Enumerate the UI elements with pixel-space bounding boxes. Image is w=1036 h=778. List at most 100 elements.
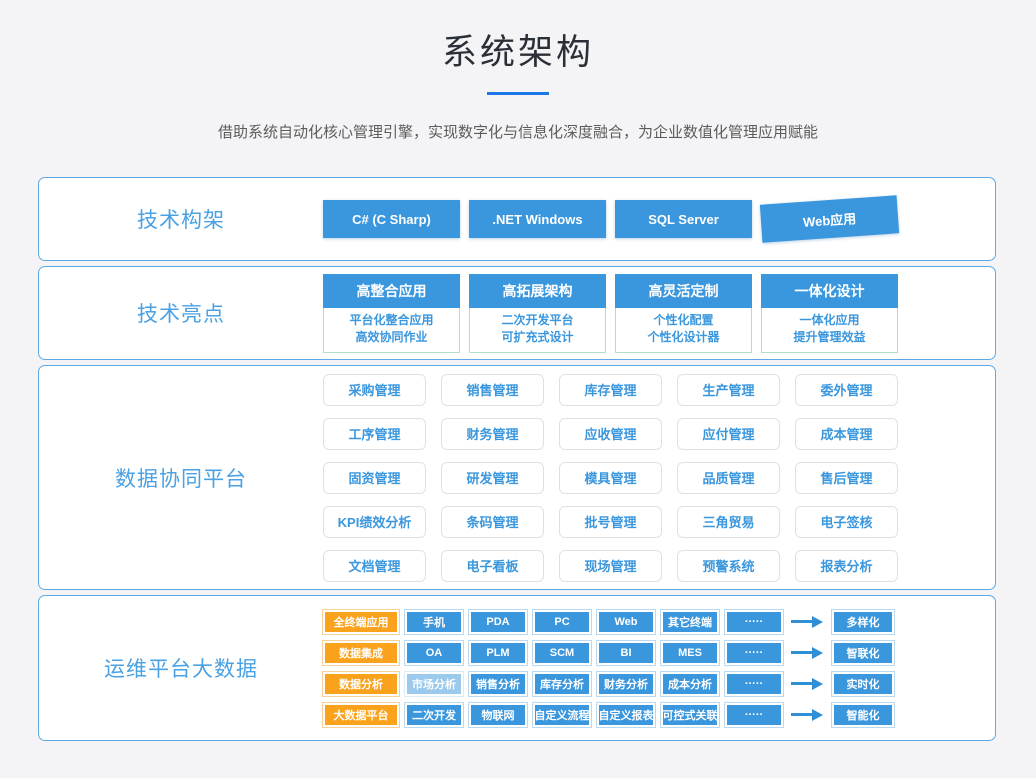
data-platform-label: 数据协同平台 xyxy=(39,463,323,493)
ops-item-chip[interactable]: 自定义报表 xyxy=(597,703,655,727)
tech-button-list: C# (C Sharp).NET WindowsSQL ServerWeb应用 xyxy=(323,200,898,238)
architecture-panels: 技术构架 C# (C Sharp).NET WindowsSQL ServerW… xyxy=(38,177,996,746)
highlight-card-body: 平台化整合应用高效协同作业 xyxy=(323,308,460,353)
highlight-card-line: 提升管理效益 xyxy=(762,329,897,346)
panel-tech-highlights: 技术亮点 高整合应用平台化整合应用高效协同作业高拓展架构二次开发平台可扩充式设计… xyxy=(38,266,996,360)
ops-item-chip[interactable]: 市场分析 xyxy=(405,672,463,696)
module-button[interactable]: 现场管理 xyxy=(559,550,662,582)
ops-category-chip: 全终端应用 xyxy=(323,610,399,634)
module-button[interactable]: 应收管理 xyxy=(559,418,662,450)
system-architecture-page: 系统架构 借助系统自动化核心管理引擎，实现数字化与信息化深度融合，为企业数值化管… xyxy=(0,0,1036,778)
panel-ops-platform: 运维平台大数据 全终端应用手机PDAPCWeb其它终端·····多样化数据集成O… xyxy=(38,595,996,741)
ops-item-chip[interactable]: 手机 xyxy=(405,610,463,634)
highlight-card-line: 可扩充式设计 xyxy=(470,329,605,346)
arrow-head xyxy=(812,616,823,628)
tech-button[interactable]: Web应用 xyxy=(760,195,899,242)
arrow-right-icon xyxy=(791,678,823,690)
ops-row: 全终端应用手机PDAPCWeb其它终端····· 多样化 xyxy=(323,610,894,634)
ops-item-chip[interactable]: ····· xyxy=(725,672,783,696)
ops-item-chip[interactable]: ····· xyxy=(725,641,783,665)
ops-item-chip[interactable]: 其它终端 xyxy=(661,610,719,634)
highlight-card[interactable]: 高灵活定制个性化配置个性化设计器 xyxy=(615,274,752,353)
module-button[interactable]: 委外管理 xyxy=(795,374,898,406)
ops-item-chip[interactable]: MES xyxy=(661,641,719,665)
ops-platform-label: 运维平台大数据 xyxy=(39,653,323,683)
module-button[interactable]: 预警系统 xyxy=(677,550,780,582)
module-button[interactable]: 批号管理 xyxy=(559,506,662,538)
highlight-card-line: 个性化配置 xyxy=(616,312,751,329)
arrow-head xyxy=(812,647,823,659)
ops-item-chip[interactable]: BI xyxy=(597,641,655,665)
highlight-card[interactable]: 一体化设计一体化应用提升管理效益 xyxy=(761,274,898,353)
arrow-right-icon xyxy=(791,709,823,721)
ops-item-chip[interactable]: 二次开发 xyxy=(405,703,463,727)
module-button[interactable]: KPI绩效分析 xyxy=(323,506,426,538)
highlight-card-line: 一体化应用 xyxy=(762,312,897,329)
module-button[interactable]: 电子看板 xyxy=(441,550,544,582)
highlight-card-title: 高整合应用 xyxy=(323,274,460,308)
highlight-card-body: 一体化应用提升管理效益 xyxy=(761,308,898,353)
module-button[interactable]: 库存管理 xyxy=(559,374,662,406)
ops-item-chip[interactable]: 库存分析 xyxy=(533,672,591,696)
highlight-card[interactable]: 高整合应用平台化整合应用高效协同作业 xyxy=(323,274,460,353)
ops-item-chip[interactable]: PDA xyxy=(469,610,527,634)
tech-button[interactable]: SQL Server xyxy=(615,200,752,238)
panel-data-platform: 数据协同平台 采购管理销售管理库存管理生产管理委外管理工序管理财务管理应收管理应… xyxy=(38,365,996,590)
module-button[interactable]: 销售管理 xyxy=(441,374,544,406)
ops-item-chip[interactable]: 销售分析 xyxy=(469,672,527,696)
highlight-card-line: 二次开发平台 xyxy=(470,312,605,329)
ops-row: 数据集成OAPLMSCMBIMES·····智联化 xyxy=(323,641,894,665)
module-button[interactable]: 品质管理 xyxy=(677,462,780,494)
ops-item-chip[interactable]: 成本分析 xyxy=(661,672,719,696)
ops-item-chip[interactable]: 财务分析 xyxy=(597,672,655,696)
ops-item-chip[interactable]: ····· xyxy=(725,703,783,727)
tech-highlights-label: 技术亮点 xyxy=(39,298,323,328)
ops-item-chip[interactable]: 可控式关联 xyxy=(661,703,719,727)
page-subtitle: 借助系统自动化核心管理引擎，实现数字化与信息化深度融合，为企业数值化管理应用赋能 xyxy=(0,121,1036,142)
ops-item-chip[interactable]: Web xyxy=(597,610,655,634)
highlight-card[interactable]: 高拓展架构二次开发平台可扩充式设计 xyxy=(469,274,606,353)
ops-item-chip[interactable]: ····· xyxy=(725,610,783,634)
module-button[interactable]: 条码管理 xyxy=(441,506,544,538)
highlight-card-body: 个性化配置个性化设计器 xyxy=(615,308,752,353)
module-button[interactable]: 电子签核 xyxy=(795,506,898,538)
ops-row: 大数据平台二次开发物联网自定义流程自定义报表可控式关联·····智能化 xyxy=(323,703,894,727)
ops-category-chip: 数据分析 xyxy=(323,672,399,696)
module-button[interactable]: 文档管理 xyxy=(323,550,426,582)
module-button[interactable]: 研发管理 xyxy=(441,462,544,494)
ops-result-chip: 多样化 xyxy=(832,610,894,634)
module-button[interactable]: 售后管理 xyxy=(795,462,898,494)
module-button[interactable]: 采购管理 xyxy=(323,374,426,406)
module-button[interactable]: 报表分析 xyxy=(795,550,898,582)
module-button[interactable]: 三角贸易 xyxy=(677,506,780,538)
highlight-card-line: 平台化整合应用 xyxy=(324,312,459,329)
arrow-right-icon xyxy=(791,616,823,628)
highlight-card-title: 高拓展架构 xyxy=(469,274,606,308)
arrow-head xyxy=(812,678,823,690)
ops-result-chip: 智能化 xyxy=(832,703,894,727)
arrow-shaft xyxy=(791,682,812,685)
ops-result-chip: 实时化 xyxy=(832,672,894,696)
ops-item-chip[interactable]: SCM xyxy=(533,641,591,665)
ops-item-chip[interactable]: 物联网 xyxy=(469,703,527,727)
module-button[interactable]: 成本管理 xyxy=(795,418,898,450)
ops-item-chip[interactable]: OA xyxy=(405,641,463,665)
ops-item-chip[interactable]: PLM xyxy=(469,641,527,665)
module-button[interactable]: 财务管理 xyxy=(441,418,544,450)
arrow-head xyxy=(812,709,823,721)
highlight-card-line: 个性化设计器 xyxy=(616,329,751,346)
ops-item-chip[interactable]: PC xyxy=(533,610,591,634)
highlight-card-body: 二次开发平台可扩充式设计 xyxy=(469,308,606,353)
tech-button[interactable]: C# (C Sharp) xyxy=(323,200,460,238)
module-button[interactable]: 工序管理 xyxy=(323,418,426,450)
panel-tech-framework: 技术构架 C# (C Sharp).NET WindowsSQL ServerW… xyxy=(38,177,996,261)
module-button[interactable]: 生产管理 xyxy=(677,374,780,406)
tech-button[interactable]: .NET Windows xyxy=(469,200,606,238)
arrow-right-icon xyxy=(791,647,823,659)
ops-item-chip[interactable]: 自定义流程 xyxy=(533,703,591,727)
arrow-shaft xyxy=(791,651,812,654)
module-button[interactable]: 模具管理 xyxy=(559,462,662,494)
module-button[interactable]: 应付管理 xyxy=(677,418,780,450)
highlight-card-title: 高灵活定制 xyxy=(615,274,752,308)
module-button[interactable]: 固资管理 xyxy=(323,462,426,494)
